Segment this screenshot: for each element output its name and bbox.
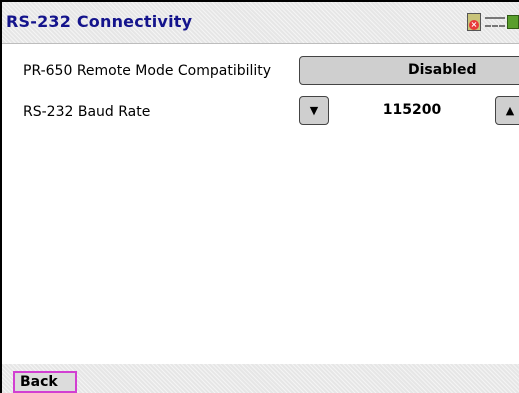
baud-rate-label: RS-232 Baud Rate [23,104,151,120]
screen: RS-232 Connectivity × PR-650 Remote Mode… [0,0,519,393]
remote-mode-toggle-button[interactable]: Disabled [299,56,519,85]
sd-card-error-icon: × [467,13,481,31]
back-button[interactable]: Back [13,371,77,393]
increase-arrow-button[interactable]: ▲ [495,96,519,125]
page-title: RS-232 Connectivity [6,12,193,31]
battery-icon [507,15,519,29]
title-bar: RS-232 Connectivity × [2,2,519,44]
error-x-icon: × [469,20,479,30]
status-icons: × [467,12,519,32]
remote-mode-label: PR-650 Remote Mode Compatibility [23,63,272,79]
bottom-bar: Back [2,364,519,393]
decrease-arrow-button[interactable]: ▼ [299,96,329,125]
baud-rate-value: 115200 [382,102,442,118]
baud-rate-spinner: ▼ 115200 ▲ [299,96,519,125]
connection-icon [485,17,505,27]
